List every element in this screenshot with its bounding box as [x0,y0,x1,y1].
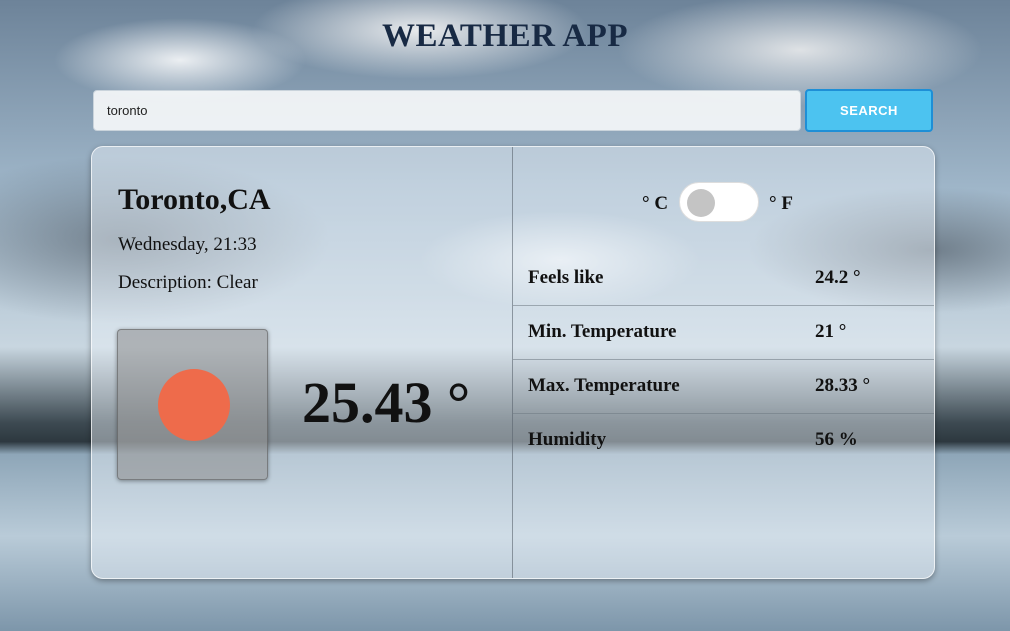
stat-row-feels-like: Feels like 24.2 ° [513,252,934,306]
search-button[interactable]: SEARCH [805,89,933,132]
current-temperature: 25.43 ° [302,370,471,435]
search-input[interactable] [93,90,801,131]
stat-value: 56 % [815,429,858,450]
weather-icon-box [117,329,268,480]
stat-row-humidity: Humidity 56 % [513,414,934,468]
stat-value: 28.33 ° [815,375,871,396]
stat-row-max-temperature: Max. Temperature 28.33 ° [513,360,934,414]
fahrenheit-label: ° F [769,193,793,214]
stat-value: 21 ° [815,321,847,342]
stat-label: Min. Temperature [528,321,677,342]
celsius-label: ° C [642,193,669,214]
stat-value: 24.2 ° [815,267,861,288]
stat-row-min-temperature: Min. Temperature 21 ° [513,306,934,360]
unit-toggle[interactable] [679,182,759,222]
toggle-knob [687,189,715,217]
date-time: Wednesday, 21:33 [118,234,257,255]
page-title: WEATHER APP [382,18,628,54]
stat-label: Feels like [528,267,604,288]
weather-card: Toronto,CA Wednesday, 21:33 Description:… [91,146,935,579]
weather-description: Description: Clear [118,272,258,293]
weather-stats: Feels like 24.2 ° Min. Temperature 21 ° … [513,252,934,468]
stat-label: Max. Temperature [528,375,680,396]
stat-label: Humidity [528,429,607,450]
city-name: Toronto,CA [118,183,271,216]
sun-icon [158,369,230,441]
